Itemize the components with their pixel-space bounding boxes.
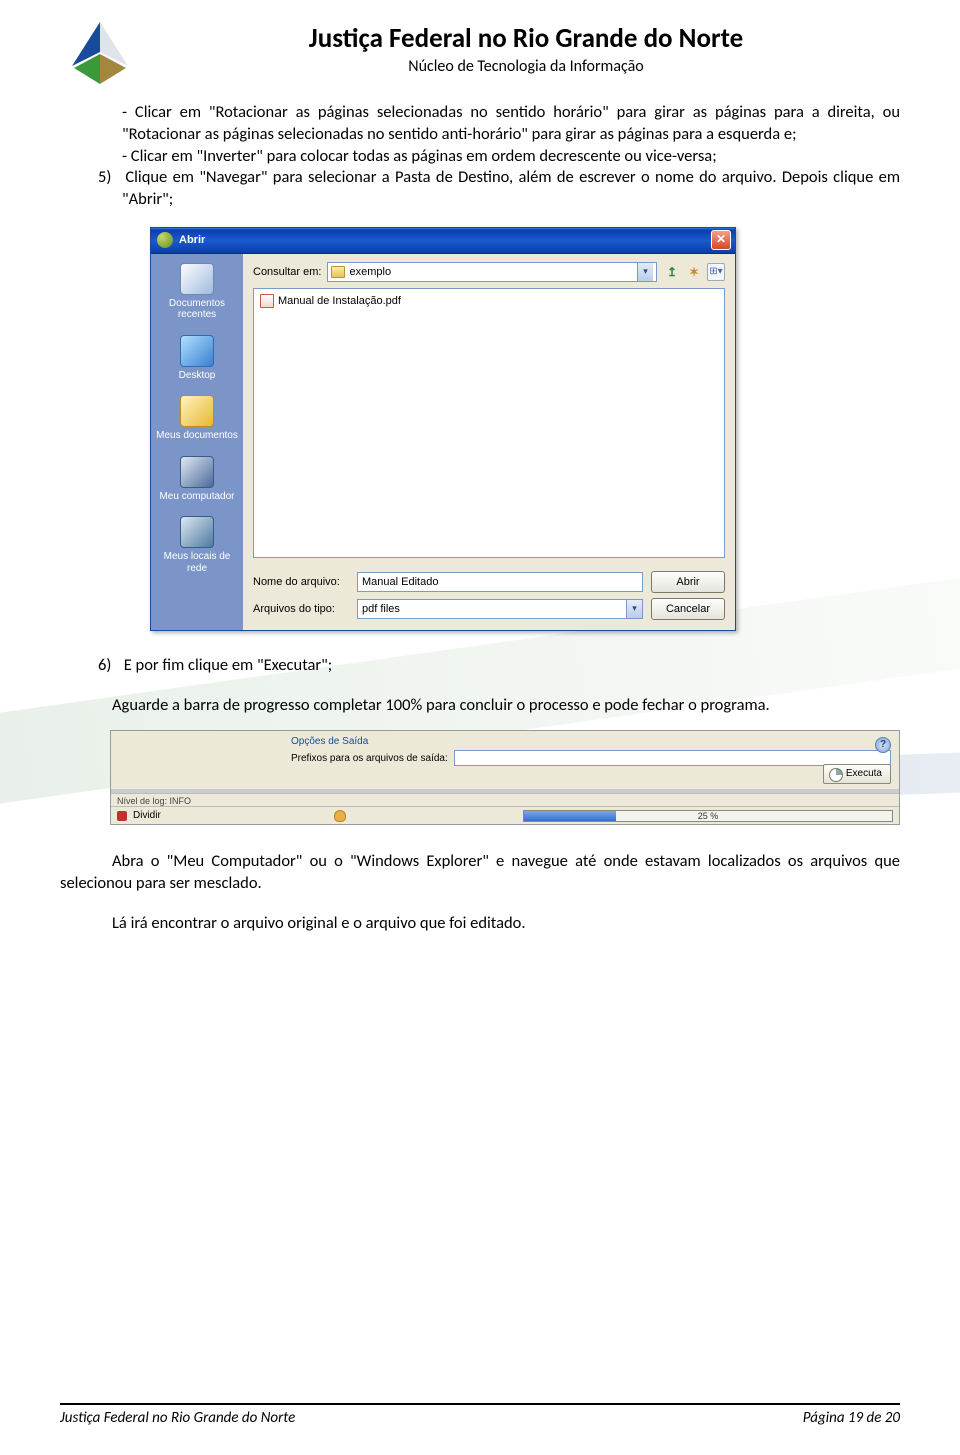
dialog-titlebar: Abrir ✕ xyxy=(151,228,735,254)
execute-panel: Opções de Saída Prefixos para os arquivo… xyxy=(110,730,900,825)
prefix-label: Prefixos para os arquivos de saída: xyxy=(291,753,448,764)
my-computer-icon xyxy=(180,456,214,488)
place-mydocs[interactable]: Meus documentos xyxy=(155,392,239,447)
progress-percent: 25 % xyxy=(698,811,719,821)
step6-number: 6) xyxy=(98,655,120,677)
output-options-label: Opções de Saída xyxy=(291,736,891,747)
lookin-label: Consultar em: xyxy=(253,266,321,278)
network-places-icon xyxy=(180,516,214,548)
place-network[interactable]: Meus locais de rede xyxy=(155,513,239,579)
pdf-file-icon xyxy=(260,294,274,308)
filename-label: Nome do arquivo: xyxy=(253,576,349,588)
final-paragraph: Lá irá encontrar o arquivo original e o … xyxy=(60,913,900,935)
new-folder-button[interactable]: ✶ xyxy=(685,263,703,281)
close-button[interactable]: ✕ xyxy=(711,230,731,250)
dialog-title: Abrir xyxy=(179,234,205,246)
page-title: Justiça Federal no Rio Grande do Norte xyxy=(152,22,900,55)
view-menu-button[interactable]: ⊞▾ xyxy=(707,263,725,281)
chevron-down-icon[interactable]: ▾ xyxy=(626,600,642,618)
app-icon xyxy=(157,232,173,248)
logo-icon xyxy=(60,18,140,88)
bullet-invert: - Clicar em "Inverter" para colocar toda… xyxy=(60,146,900,168)
chevron-down-icon[interactable]: ▾ xyxy=(637,263,653,281)
task-icon xyxy=(117,811,127,821)
execute-button[interactable]: Executa xyxy=(823,764,891,784)
places-bar: Documentos recentes Desktop Meus documen… xyxy=(151,254,243,630)
documents-recent-icon xyxy=(180,263,214,295)
footer-left: Justiça Federal no Rio Grande do Norte xyxy=(60,1409,295,1427)
place-recent[interactable]: Documentos recentes xyxy=(155,260,239,326)
step6-text: E por fim clique em "Executar"; xyxy=(124,655,332,675)
place-mycomputer[interactable]: Meu computador xyxy=(155,453,239,508)
filetype-label: Arquivos do tipo: xyxy=(253,603,349,615)
step5-text: Clique em "Navegar" para selecionar a Pa… xyxy=(122,167,900,209)
progress-paragraph: Aguarde a barra de progresso completar 1… xyxy=(60,695,900,717)
task-name: Dividir xyxy=(133,810,161,821)
up-folder-button[interactable]: ↥ xyxy=(663,263,681,281)
bell-icon xyxy=(334,810,346,822)
cancel-button[interactable]: Cancelar xyxy=(651,598,725,620)
lookin-value: exemplo xyxy=(349,266,633,278)
page-footer: Justiça Federal no Rio Grande do Norte P… xyxy=(60,1403,900,1427)
filetype-combo[interactable]: pdf files ▾ xyxy=(357,599,643,619)
footer-right: Página 19 de 20 xyxy=(803,1409,900,1427)
explorer-paragraph: Abra o "Meu Computador" ou o "Windows Ex… xyxy=(60,851,900,895)
page-header: Justiça Federal no Rio Grande do Norte N… xyxy=(60,18,900,88)
bullet-rotate: - Clicar em "Rotacionar as páginas selec… xyxy=(60,102,900,146)
folder-icon xyxy=(331,266,345,278)
file-list[interactable]: Manual de Instalação.pdf xyxy=(253,288,725,558)
lookin-combo[interactable]: exemplo ▾ xyxy=(327,262,657,282)
page-subtitle: Núcleo de Tecnologia da Informação xyxy=(152,57,900,76)
step5-number: 5) xyxy=(98,167,120,189)
list-item[interactable]: Manual de Instalação.pdf xyxy=(260,293,718,309)
open-button[interactable]: Abrir xyxy=(651,571,725,593)
my-documents-icon xyxy=(180,395,214,427)
log-level-label: Nível de log: INFO xyxy=(111,793,899,806)
progress-bar: 25 % xyxy=(523,810,893,822)
desktop-icon xyxy=(180,335,214,367)
open-dialog: Abrir ✕ Documentos recentes Desktop Meus… xyxy=(150,227,736,631)
filename-input[interactable]: Manual Editado xyxy=(357,572,643,592)
place-desktop[interactable]: Desktop xyxy=(155,332,239,387)
